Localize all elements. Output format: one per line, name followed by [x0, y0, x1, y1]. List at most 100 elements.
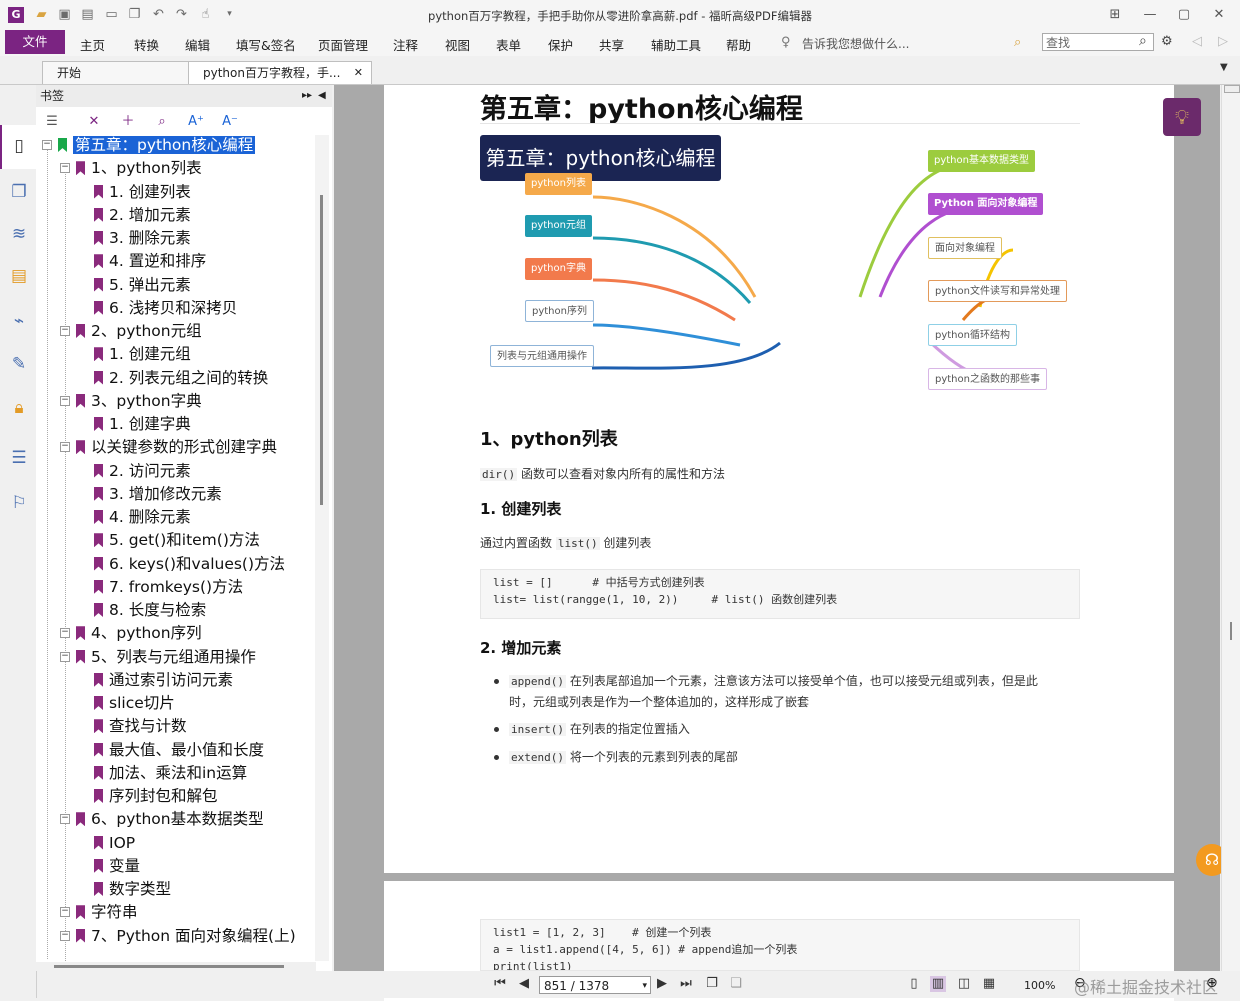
- menu-view[interactable]: 视图: [445, 35, 470, 54]
- next-page-icon[interactable]: ▶: [654, 976, 670, 992]
- increase-font-icon[interactable]: A⁺: [186, 112, 206, 132]
- bookmark-subsection[interactable]: 查找与计数: [94, 715, 187, 737]
- bookmark-panel-icon[interactable]: ▯: [8, 135, 30, 157]
- bookmark-subsection[interactable]: 加法、乘法和in运算: [94, 762, 247, 784]
- find-bookmark-icon[interactable]: ⌕: [152, 112, 172, 132]
- two-page-continuous-icon[interactable]: ▦: [981, 976, 997, 992]
- bookmark-vertical-scrollbar[interactable]: [315, 135, 329, 961]
- panel-collapse-icon[interactable]: ▸▸: [302, 85, 312, 107]
- bookmark-subsection[interactable]: 2. 访问元素: [94, 460, 191, 482]
- bookmark-subsection[interactable]: 1. 创建字典: [94, 413, 191, 435]
- bookmark-section[interactable]: 6、python基本数据类型: [76, 808, 264, 830]
- menu-edit[interactable]: 编辑: [185, 35, 210, 54]
- attachments-icon[interactable]: ⌁: [8, 310, 30, 332]
- menu-page-management[interactable]: 页面管理: [318, 35, 368, 54]
- settings-gear-icon[interactable]: ⚙: [1161, 34, 1173, 49]
- bookmark-subsection[interactable]: 2. 增加元素: [94, 204, 191, 226]
- scrollbar-thumb[interactable]: [54, 965, 284, 968]
- bookmark-subsection[interactable]: 1. 创建列表: [94, 181, 191, 203]
- bookmark-subsection[interactable]: 3. 删除元素: [94, 227, 191, 249]
- bookmark-section[interactable]: 7、Python 面向对象编程(上): [76, 925, 296, 947]
- menu-convert[interactable]: 转换: [134, 35, 159, 54]
- bookmark-section[interactable]: 以关键参数的形式创建字典: [76, 436, 277, 458]
- collapse-toggle-icon[interactable]: −: [60, 395, 70, 406]
- bookmark-section[interactable]: 1、python列表: [76, 157, 202, 179]
- ribbon-display-icon[interactable]: ⊞: [1104, 6, 1126, 24]
- collapse-toggle-icon[interactable]: −: [60, 651, 70, 662]
- collapse-toggle-icon[interactable]: −: [60, 907, 70, 918]
- file-menu-button[interactable]: 文件: [5, 30, 65, 54]
- bookmark-subsection[interactable]: 2. 列表元组之间的转换: [94, 367, 268, 389]
- copy-page-icon[interactable]: ❐: [704, 976, 720, 992]
- bookmark-subsection[interactable]: 6. keys()和values()方法: [94, 553, 285, 575]
- collapse-toggle-icon[interactable]: −: [60, 814, 70, 825]
- comments-icon[interactable]: ▤: [8, 265, 30, 287]
- scrollbar-thumb[interactable]: [1230, 622, 1232, 640]
- menu-accessibility[interactable]: 辅助工具: [651, 35, 701, 54]
- menu-home[interactable]: 主页: [80, 35, 105, 54]
- page-number-input[interactable]: 851 / 1378 ▾: [539, 976, 651, 994]
- last-page-icon[interactable]: ⏭: [678, 976, 694, 992]
- decrease-font-icon[interactable]: A⁻: [220, 112, 240, 132]
- bookmark-subsection[interactable]: 通过索引访问元素: [94, 669, 233, 691]
- chevron-down-icon[interactable]: ▾: [642, 977, 647, 995]
- scrollbar-thumb[interactable]: [320, 195, 323, 505]
- bookmark-chapter[interactable]: 第五章：python核心编程: [58, 135, 256, 156]
- search-input[interactable]: 查找: [1042, 33, 1154, 51]
- bookmark-subsection[interactable]: 1. 创建元组: [94, 343, 191, 365]
- menu-protect[interactable]: 保护: [548, 35, 573, 54]
- collapse-toggle-icon[interactable]: −: [60, 163, 70, 174]
- bookmark-subsection[interactable]: 3. 增加修改元素: [94, 483, 222, 505]
- scroll-up-icon[interactable]: [1224, 85, 1240, 93]
- bookmark-subsection[interactable]: slice切片: [94, 692, 175, 714]
- continuous-view-icon[interactable]: ▥: [930, 976, 946, 992]
- tab-document[interactable]: python百万字教程，手... ✕: [188, 61, 372, 84]
- tell-me-input[interactable]: 告诉我您想做什么...: [802, 35, 909, 52]
- delete-bookmark-icon[interactable]: ✕: [84, 112, 104, 132]
- collapse-toggle-icon[interactable]: −: [60, 628, 70, 639]
- fit-page-icon[interactable]: ❏: [728, 976, 744, 992]
- collapse-toggle-icon[interactable]: −: [60, 930, 70, 941]
- single-page-view-icon[interactable]: ▯: [906, 976, 922, 992]
- tab-list-chevron-icon[interactable]: ▼: [1220, 62, 1228, 73]
- bookmark-subsection[interactable]: 最大值、最小值和长度: [94, 739, 264, 761]
- bookmark-section[interactable]: 2、python元组: [76, 320, 202, 342]
- find-options-icon[interactable]: ⌕: [1014, 35, 1021, 50]
- nav-forward-icon[interactable]: ▷: [1218, 34, 1228, 49]
- bookmark-subsection[interactable]: 数字类型: [94, 878, 171, 900]
- search-icon[interactable]: ⌕: [1139, 33, 1147, 49]
- collapse-toggle-icon[interactable]: −: [60, 326, 70, 336]
- menu-help[interactable]: 帮助: [726, 35, 751, 54]
- collapse-toggle-icon[interactable]: −: [60, 442, 70, 453]
- menu-comment[interactable]: 注释: [393, 35, 418, 54]
- bookmark-section[interactable]: 5、列表与元组通用操作: [76, 646, 256, 668]
- bookmark-subsection[interactable]: 7. fromkeys()方法: [94, 576, 243, 598]
- content-icon[interactable]: ☰: [8, 447, 30, 469]
- previous-page-icon[interactable]: ◀: [516, 976, 532, 992]
- close-tab-icon[interactable]: ✕: [354, 62, 363, 84]
- bookmark-section[interactable]: 3、python字典: [76, 390, 202, 412]
- zoom-in-icon[interactable]: ⊕: [1206, 975, 1218, 991]
- maximize-button[interactable]: ▢: [1173, 6, 1195, 24]
- bookmark-section[interactable]: 4、python序列: [76, 622, 202, 644]
- bookmark-subsection[interactable]: 5. get()和item()方法: [94, 529, 260, 551]
- first-page-icon[interactable]: ⏮: [492, 976, 508, 992]
- collapse-toggle-icon[interactable]: −: [42, 140, 52, 150]
- page-thumbnails-icon[interactable]: ❐: [8, 181, 30, 203]
- minimize-button[interactable]: —: [1139, 6, 1161, 24]
- panel-hide-icon[interactable]: ◀: [318, 85, 326, 107]
- layers-icon[interactable]: ≋: [8, 223, 30, 245]
- bookmark-subsection[interactable]: 5. 弹出元素: [94, 274, 191, 296]
- bookmark-subsection[interactable]: 4. 置逆和排序: [94, 250, 206, 272]
- document-vertical-scrollbar[interactable]: [1221, 85, 1240, 971]
- signature-icon[interactable]: ✎: [8, 353, 30, 375]
- accessibility-check-icon[interactable]: ⚐: [8, 492, 30, 514]
- menu-fill-sign[interactable]: 填写&签名: [236, 35, 296, 54]
- tip-lightbulb-icon[interactable]: 💡︎: [1163, 98, 1201, 136]
- add-bookmark-icon[interactable]: ＋: [118, 112, 138, 132]
- menu-form[interactable]: 表单: [496, 35, 521, 54]
- document-viewport[interactable]: 第五章：python核心编程 第五章：python核心编程 python列表 p…: [334, 85, 1220, 1001]
- security-lock-icon[interactable]: 🔒︎: [8, 397, 30, 419]
- close-button[interactable]: ✕: [1208, 6, 1230, 24]
- bookmark-subsection[interactable]: IOP: [94, 832, 135, 854]
